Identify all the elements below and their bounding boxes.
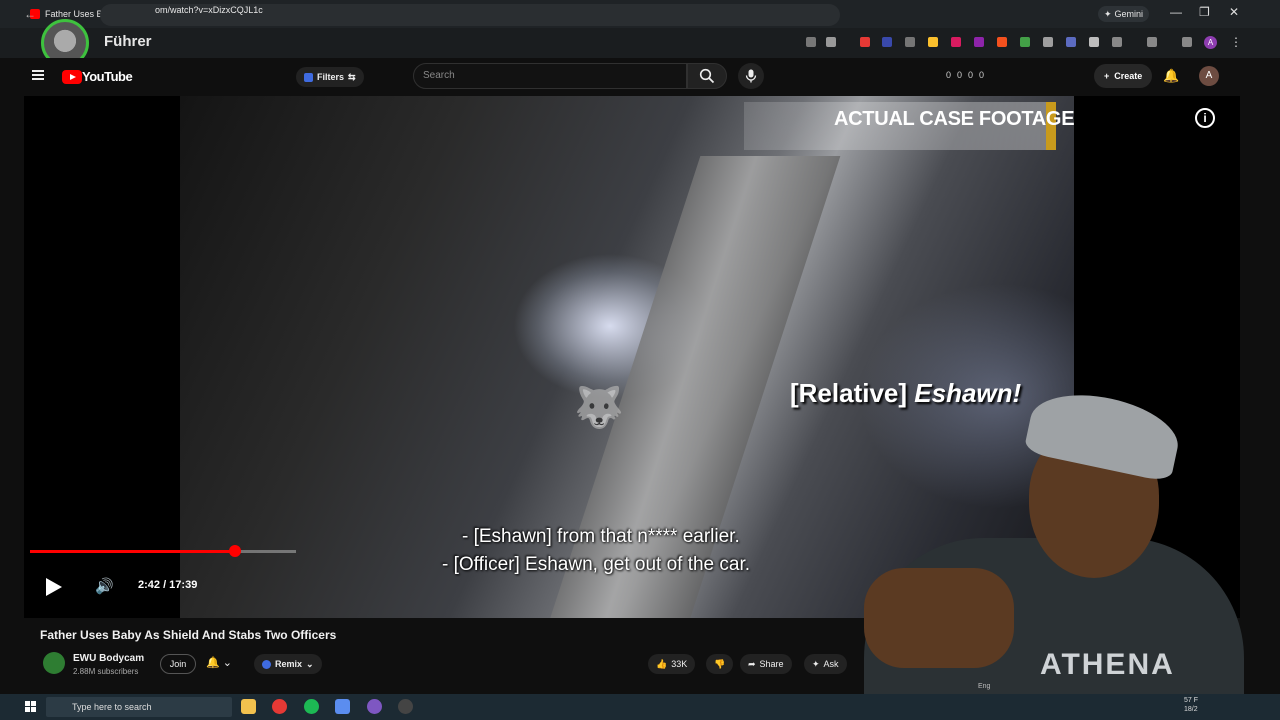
search-placeholder: Search [423,70,455,81]
address-bar-row [0,28,1280,58]
extension-counters: 0 0 0 0 [946,70,984,80]
date-text: 18/2 [1184,706,1198,713]
hamburger-menu-icon[interactable] [32,70,44,80]
microphone-icon [745,69,757,83]
channel-avatar[interactable] [43,652,65,674]
extension-icon[interactable] [1066,37,1076,47]
filter-extension-icon [304,72,313,82]
maximize-button[interactable]: ❐ [1199,5,1210,19]
create-button[interactable]: + Create [1094,64,1153,88]
ask-button[interactable]: ✦ Ask [804,654,847,674]
video-title: Father Uses Baby As Shield And Stabs Two… [40,628,337,642]
like-count: 33K [671,659,688,669]
extension-icon[interactable] [905,37,915,47]
extension-icon[interactable] [974,37,984,47]
progress-scrubber[interactable] [229,545,241,557]
extension-icon[interactable] [928,37,938,47]
info-icon[interactable]: i [1195,108,1215,128]
subscribe-bell-icon[interactable]: 🔔 ⌄ [206,656,232,669]
thumbs-up-icon: 👍 [656,658,668,669]
remix-button[interactable]: Remix ⌄ [254,654,322,674]
sparkle-icon: ✦ [812,658,820,669]
user-avatar[interactable]: A [1199,66,1219,86]
extension-icon[interactable] [997,37,1007,47]
channel-name[interactable]: EWU Bodycam [73,653,144,664]
obs-icon[interactable] [398,699,413,714]
subtitle-line-1: - [Eshawn] from that n**** earlier. [462,526,740,547]
side-panel-icon[interactable] [1147,37,1157,47]
play-icon[interactable] [46,578,62,596]
thumbs-down-icon: 👎 [714,658,726,669]
gemini-button[interactable]: ✦ Gemini [1098,6,1150,22]
extension-icon[interactable] [1043,37,1053,47]
chevron-down-icon: ⌄ [306,658,314,669]
screen: Father Uses Baby As Shield 🔊 ✕ + ✦Gemini… [0,0,1280,720]
progress-fill [30,550,235,553]
progress-bar[interactable] [30,545,296,557]
remix-label: Remix [275,659,303,669]
menu-kebab-icon[interactable]: ⋮ [1230,35,1242,49]
plus-icon: + [1104,71,1110,81]
extension-icon[interactable] [882,37,892,47]
shirt-logo-text: ATHENA [1040,648,1175,681]
counter: 0 [968,70,974,80]
minimize-button[interactable]: — [1170,5,1182,19]
create-label: Create [1114,71,1143,81]
language-indicator[interactable]: Eng [978,683,990,690]
join-button[interactable]: Join [160,654,196,674]
streamer-arm [864,568,1014,668]
volume-icon[interactable]: 🔊 [95,577,114,595]
puzzle-icon[interactable] [1112,37,1122,47]
extension-icon[interactable] [1089,37,1099,47]
filters-button[interactable]: Filters ⇆ [296,67,364,87]
search-button[interactable] [687,63,727,89]
notifications-bell-icon[interactable]: 🔔 [1163,68,1179,84]
extension-icon[interactable] [951,37,961,47]
voice-search-button[interactable] [738,63,764,89]
youtube-logo-text[interactable]: YouTube [82,69,133,84]
dislike-button[interactable]: 👎 [706,654,734,674]
file-explorer-icon[interactable] [241,699,256,714]
taskbar-search-placeholder: Type here to search [72,702,152,712]
remix-icon [262,659,271,669]
weather-text: 57 F [1184,697,1199,704]
counter: 0 [946,70,952,80]
install-icon[interactable] [806,37,816,47]
browser-profile-avatar[interactable]: A [1204,36,1217,49]
share-button[interactable]: ➦ Share [740,654,792,674]
extension-icon[interactable] [1182,37,1192,47]
share-label: Share [759,659,784,669]
streamer-overlay-name: Führer [104,33,152,50]
share-icon: ➦ [748,658,756,669]
spotify-icon[interactable] [304,699,319,714]
extension-icon[interactable] [860,37,870,47]
sliders-icon: ⇆ [348,71,356,82]
youtube-logo-icon[interactable] [62,70,82,84]
taskbar-clock[interactable]: 57 F 18/2 [1184,696,1198,714]
back-arrow-icon[interactable]: ← [24,7,36,21]
url-text[interactable]: om/watch?v=xDizxCQJL1c [155,5,263,15]
case-footage-text: ACTUAL CASE FOOTAGE [834,108,1075,130]
ask-label: Ask [823,659,839,669]
extension-icon[interactable] [1020,37,1030,47]
counter: 0 [957,70,963,80]
chrome-icon[interactable] [272,699,287,714]
search-icon [699,68,715,84]
like-button[interactable]: 👍 33K [648,654,696,674]
time-display: 2:42 / 17:39 [138,579,198,591]
app-icon[interactable] [367,699,382,714]
counter: 0 [979,70,985,80]
close-window-button[interactable]: ✕ [1229,5,1239,19]
gemini-label: Gemini [1114,9,1144,19]
app-icon[interactable] [335,699,350,714]
wolf-watermark-icon: 🐺 [574,386,624,430]
sparkle-icon: ✦ [1104,8,1112,19]
star-icon[interactable] [826,37,836,47]
windows-start-icon[interactable] [25,701,36,712]
subtitle-line-2: - [Officer] Eshawn, get out of the car. [442,554,751,575]
filters-label: Filters [317,72,345,82]
subscriber-count: 2.88M subscribers [73,667,139,676]
